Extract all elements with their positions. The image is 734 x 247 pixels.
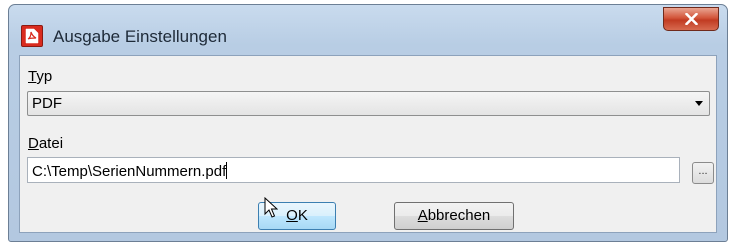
mouse-pointer-icon <box>264 197 278 218</box>
pdf-app-icon <box>21 25 43 47</box>
typ-select-value: PDF <box>32 95 62 112</box>
typ-select[interactable]: PDF <box>27 91 710 116</box>
datei-label: Datei <box>28 135 64 152</box>
dialog-window: Ausgabe Einstellungen Typ PDF Datei C:\T… <box>8 4 728 242</box>
datei-input[interactable]: C:\Temp\SerienNummern.pdf <box>27 157 680 183</box>
text-caret <box>226 162 228 179</box>
datei-input-value: C:\Temp\SerienNummern.pdf <box>32 163 227 180</box>
close-button[interactable] <box>663 7 719 31</box>
browse-button[interactable]: ... <box>692 162 714 184</box>
chevron-down-icon <box>695 101 703 106</box>
close-icon <box>685 13 698 25</box>
title-bar[interactable]: Ausgabe Einstellungen <box>9 5 727 55</box>
window-title: Ausgabe Einstellungen <box>53 27 227 46</box>
cancel-button[interactable]: Abbrechen <box>394 202 514 230</box>
dialog-content: Typ PDF Datei C:\Temp\SerienNummern.pdf … <box>19 55 717 233</box>
typ-label: Typ <box>28 68 53 85</box>
